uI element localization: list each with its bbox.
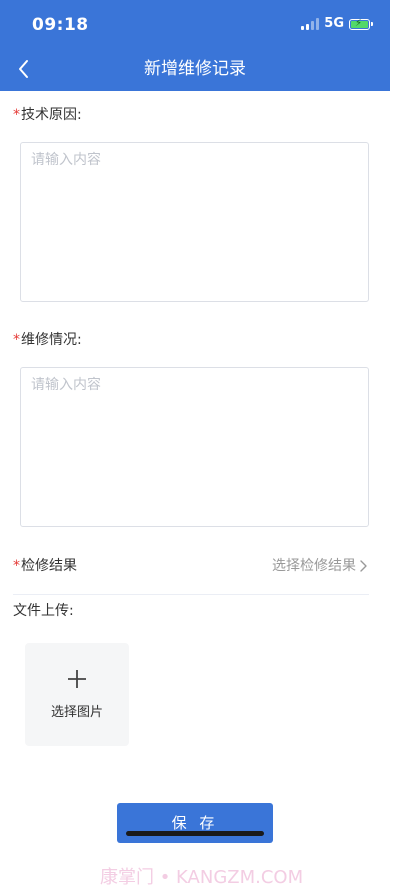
status-time: 09:18 bbox=[32, 15, 89, 35]
repair-situation-input[interactable] bbox=[20, 367, 369, 527]
watermark: 康掌门 • KANGZM.COM bbox=[100, 867, 304, 888]
status-indicators: 5G ⚡ bbox=[301, 16, 373, 31]
nav-bar: 新增维修记录 bbox=[0, 48, 390, 91]
app-header: 09:18 5G ⚡ 新增维修记录 bbox=[0, 0, 390, 91]
home-indicator bbox=[126, 831, 264, 836]
page-title: 新增维修记录 bbox=[144, 59, 246, 79]
repair-situation-label-text: 维修情况: bbox=[21, 332, 82, 348]
inspection-result-label-text: 检修结果 bbox=[21, 558, 77, 574]
network-type: 5G bbox=[324, 16, 344, 31]
tech-reason-label: *技术原因: bbox=[13, 105, 82, 125]
select-image-button[interactable]: 选择图片 bbox=[25, 643, 129, 746]
battery-charging-icon: ⚡ bbox=[349, 18, 373, 30]
inspection-result-label: *检修结果 bbox=[13, 556, 77, 576]
status-bar: 09:18 5G ⚡ bbox=[0, 0, 390, 48]
required-mark: * bbox=[13, 107, 20, 123]
file-upload-label: 文件上传: bbox=[13, 603, 74, 619]
inspection-result-placeholder: 选择检修结果 bbox=[272, 558, 356, 574]
signal-icon bbox=[301, 18, 320, 30]
tech-reason-input[interactable] bbox=[20, 142, 369, 302]
tech-reason-label-text: 技术原因: bbox=[21, 107, 82, 123]
chevron-right-icon bbox=[360, 560, 367, 572]
required-mark: * bbox=[13, 332, 20, 348]
repair-situation-label: *维修情况: bbox=[13, 330, 82, 350]
save-button[interactable]: 保 存 bbox=[117, 803, 273, 843]
plus-icon bbox=[68, 670, 86, 688]
inspection-result-select[interactable]: *检修结果 选择检修结果 bbox=[13, 556, 369, 595]
required-mark: * bbox=[13, 558, 20, 574]
select-image-label: 选择图片 bbox=[50, 705, 103, 720]
inspection-result-value: 选择检修结果 bbox=[272, 556, 367, 576]
